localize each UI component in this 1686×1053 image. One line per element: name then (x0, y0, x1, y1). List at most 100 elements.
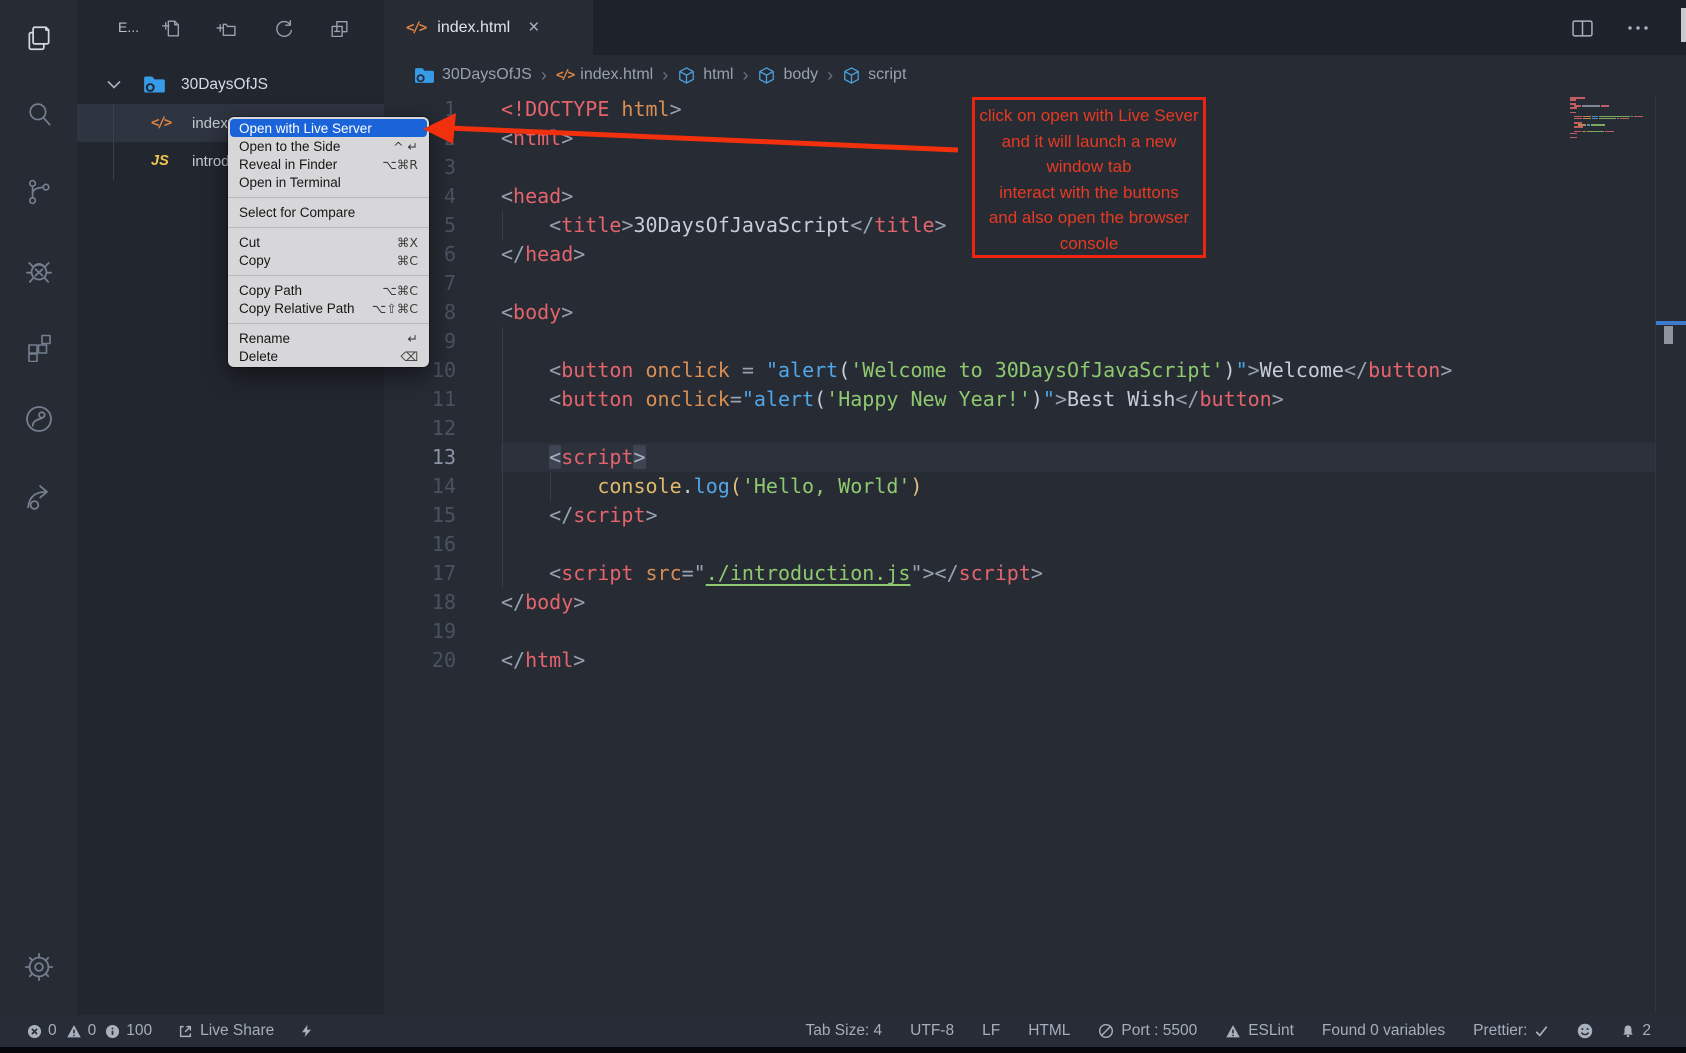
menu-item-delete[interactable]: Delete⌫ (230, 347, 427, 365)
search-icon[interactable] (0, 95, 77, 133)
settings-gear-icon[interactable] (0, 948, 77, 986)
code-line-17[interactable]: 17 <script src="./introduction.js"></scr… (384, 559, 1686, 588)
code-token: ) (1031, 387, 1043, 411)
menu-item-open-with-live-server[interactable]: Open with Live Server (230, 119, 427, 137)
breadcrumb-separator: › (662, 65, 668, 86)
status-item-found-0-variables[interactable]: Found 0 variables (1322, 1022, 1445, 1040)
menu-item-cut[interactable]: Cut⌘X (230, 233, 427, 251)
line-number: 14 (384, 472, 456, 501)
code-line-19[interactable]: 19 (384, 617, 1686, 646)
code-line-11[interactable]: 11 <button onclick="alert('Happy New Yea… (384, 385, 1686, 414)
more-actions-icon[interactable] (1624, 14, 1652, 42)
code-token: > (1248, 358, 1260, 382)
code-token: > (561, 126, 573, 150)
code-line-12[interactable]: 12 (384, 414, 1686, 443)
breadcrumb-item-script[interactable]: script (842, 66, 906, 85)
code-line-20[interactable]: 20</html> (384, 646, 1686, 675)
code-line-18[interactable]: 18</body> (384, 588, 1686, 617)
code-token: > (1031, 561, 1043, 585)
code-token: button (561, 358, 633, 382)
menu-item-label: Copy (239, 253, 397, 268)
status-item-0[interactable]: 0 (66, 1022, 97, 1040)
breadcrumb-separator: › (742, 65, 748, 86)
menu-item-shortcut: ⌥⇧⌘C (372, 301, 418, 316)
menu-item-reveal-in-finder[interactable]: Reveal in Finder⌥⌘R (230, 155, 427, 173)
breadcrumb-label: 30DaysOfJS (442, 66, 532, 84)
menu-item-rename[interactable]: Rename↵ (230, 329, 427, 347)
status-item-label: Port : 5500 (1121, 1022, 1197, 1040)
status-item-lf[interactable]: LF (982, 1022, 1000, 1040)
code-line-14[interactable]: 14 console.log('Hello, World') (384, 472, 1686, 501)
collapse-folders-icon[interactable] (327, 16, 351, 40)
port-icon (1098, 1023, 1114, 1039)
new-file-icon[interactable] (159, 16, 183, 40)
status-item-smiley-icon[interactable] (1577, 1023, 1593, 1039)
code-line-9[interactable]: 9 (384, 327, 1686, 356)
code-token: head (525, 242, 573, 266)
status-item-100[interactable]: 100 (105, 1022, 152, 1040)
status-item-eslint[interactable]: ESLint (1225, 1022, 1294, 1040)
code-line-16[interactable]: 16 (384, 530, 1686, 559)
minimap-segment (1634, 116, 1643, 118)
code-token (754, 358, 766, 382)
annotation-text-line: interact with the buttons (975, 180, 1203, 206)
breadcrumb-item-30daysofjs[interactable]: 30DaysOfJS (414, 66, 532, 84)
new-folder-icon[interactable] (214, 16, 238, 40)
code-line-13[interactable]: 13 <script> (384, 443, 1686, 472)
code-token: </ (1175, 387, 1199, 411)
tree-folder-row[interactable]: 30DaysOfJS (77, 66, 384, 104)
menu-item-shortcut: ^ ↵ (393, 139, 418, 154)
extensions-icon[interactable] (0, 328, 77, 366)
breadcrumb-item-body[interactable]: body (757, 66, 818, 85)
breadcrumb-item-index-html[interactable]: </>index.html (556, 66, 653, 84)
code-token: </ (501, 242, 525, 266)
status-item-problems[interactable]: 00 100 (27, 1022, 152, 1040)
code-token: </ (850, 213, 874, 237)
status-item-tab-size-4[interactable]: Tab Size: 4 (805, 1022, 882, 1040)
code-line-15[interactable]: 15 </script> (384, 501, 1686, 530)
menu-item-open-in-terminal[interactable]: Open in Terminal (230, 173, 427, 191)
status-item-utf-8[interactable]: UTF-8 (910, 1022, 954, 1040)
chevron-down-icon (107, 76, 121, 94)
breadcrumb-item-html[interactable]: html (677, 66, 733, 85)
status-item-bolt-icon[interactable] (300, 1023, 313, 1039)
code-line-8[interactable]: 8<body> (384, 298, 1686, 327)
menu-item-copy[interactable]: Copy⌘C (230, 251, 427, 269)
feedback-icon[interactable] (0, 478, 77, 516)
refresh-icon[interactable] (271, 16, 295, 40)
scrollbar-thumb[interactable] (1664, 326, 1673, 344)
code-line-10[interactable]: 10 <button onclick = "alert('Welcome to … (384, 356, 1686, 385)
menu-item-label: Copy Path (239, 283, 382, 298)
status-item-0[interactable]: 0 (27, 1022, 57, 1040)
info-icon (105, 1024, 120, 1039)
close-tab-icon[interactable]: × (528, 18, 539, 37)
live-share-icon[interactable] (0, 400, 77, 438)
code-token: src (646, 561, 682, 585)
menu-item-copy-path[interactable]: Copy Path⌥⌘C (230, 281, 427, 299)
menu-item-copy-relative-path[interactable]: Copy Relative Path⌥⇧⌘C (230, 299, 427, 317)
status-item-2[interactable]: 2 (1621, 1022, 1651, 1040)
status-item-html[interactable]: HTML (1028, 1022, 1070, 1040)
scrollbar-top-handle[interactable] (1681, 8, 1686, 42)
tab-index-html[interactable]: </> index.html × (384, 0, 593, 55)
minimap-segment (1574, 118, 1582, 120)
status-item-live-share[interactable]: Live Share (178, 1022, 274, 1040)
run-debug-icon[interactable] (0, 252, 77, 290)
check-icon (1534, 1024, 1549, 1038)
breadcrumb: 30DaysOfJS›</>index.html›html›body›scrip… (384, 55, 1686, 95)
code-token (730, 358, 742, 382)
minimap[interactable] (1570, 97, 1654, 139)
code-token: < (549, 445, 561, 469)
source-control-icon[interactable] (0, 173, 77, 211)
split-editor-icon[interactable] (1568, 14, 1596, 42)
menu-item-shortcut: ⌘C (397, 253, 418, 268)
status-item-prettier[interactable]: Prettier: (1473, 1022, 1549, 1040)
explorer-icon[interactable] (0, 19, 77, 57)
menu-item-select-for-compare[interactable]: Select for Compare (230, 203, 427, 221)
status-item-port-5500[interactable]: Port : 5500 (1098, 1022, 1197, 1040)
code-token: =" (682, 561, 706, 585)
code-token: body (525, 590, 573, 614)
code-line-7[interactable]: 7 (384, 269, 1686, 298)
folder-icon (143, 75, 166, 99)
menu-item-open-to-the-side[interactable]: Open to the Side^ ↵ (230, 137, 427, 155)
